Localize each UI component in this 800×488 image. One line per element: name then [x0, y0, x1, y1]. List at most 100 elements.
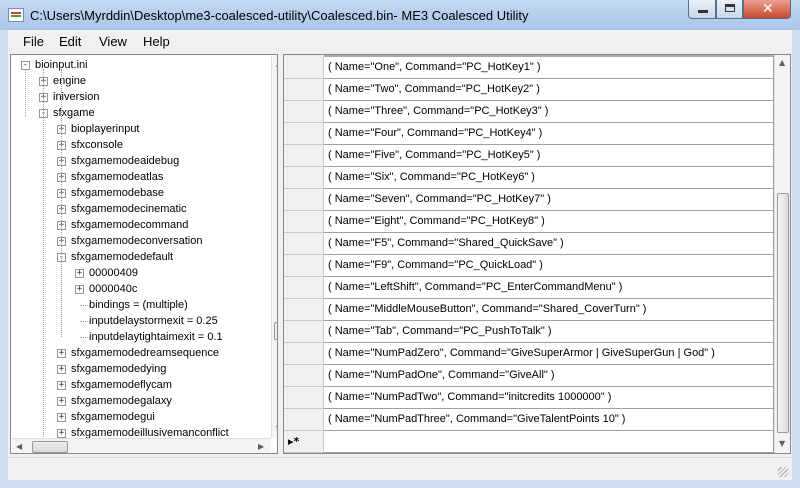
new-row-cell[interactable] [324, 431, 774, 453]
binding-cell[interactable]: ( Name="Four", Command="PC_HotKey4" ) [324, 123, 774, 145]
ini-tree-view[interactable]: - bioinput.ini + engine + iniversion - sfxgame +… [10, 54, 278, 454]
maximize-icon [725, 4, 735, 12]
table-row[interactable]: ( Name="NumPadThree", Command="GiveTalen… [284, 409, 774, 431]
table-row[interactable]: ( Name="One", Command="PC_HotKey1" ) [284, 57, 774, 79]
row-header[interactable] [284, 123, 324, 145]
close-icon: ✕ [762, 1, 774, 17]
minimize-button[interactable] [688, 0, 716, 19]
binding-cell[interactable]: ( Name="Eight", Command="PC_HotKey8" ) [324, 211, 774, 233]
new-row[interactable]: ▸* [284, 431, 774, 453]
expand-icon[interactable]: + [57, 413, 66, 422]
expand-icon[interactable]: + [75, 285, 84, 294]
table-row[interactable]: ( Name="NumPadOne", Command="GiveAll" ) [284, 365, 774, 387]
grid-scroll-thumb[interactable] [777, 193, 789, 433]
new-row-icon: ▸* [288, 435, 300, 448]
tree-node-label: 0000040c [89, 283, 138, 295]
table-row[interactable]: ( Name="F5", Command="Shared_QuickSave" … [284, 233, 774, 255]
row-header[interactable] [284, 255, 324, 277]
tree-horizontal-scrollbar[interactable]: ◀ ▶ [12, 438, 271, 453]
table-row[interactable]: ( Name="Four", Command="PC_HotKey4" ) [284, 123, 774, 145]
tree-node-label: sfxgamemodeflycam [71, 379, 172, 391]
binding-cell[interactable]: ( Name="NumPadZero", Command="GiveSuperA… [324, 343, 774, 365]
binding-cell[interactable]: ( Name="F5", Command="Shared_QuickSave" … [324, 233, 774, 255]
table-row[interactable]: ( Name="F9", Command="PC_QuickLoad" ) [284, 255, 774, 277]
row-header[interactable] [284, 211, 324, 233]
tree-guide [43, 117, 44, 437]
grid-vertical-scrollbar[interactable]: ▲ ▼ [774, 55, 790, 453]
scroll-left-icon[interactable]: ◀ [16, 442, 22, 451]
binding-cell[interactable]: ( Name="LeftShift", Command="PC_EnterCom… [324, 277, 774, 299]
scroll-up-icon[interactable]: ▲ [779, 58, 785, 67]
binding-cell[interactable]: ( Name="Five", Command="PC_HotKey5" ) [324, 145, 774, 167]
menu-file[interactable]: File [23, 34, 44, 49]
table-row[interactable]: ( Name="Eight", Command="PC_HotKey8" ) [284, 211, 774, 233]
binding-cell[interactable]: ( Name="F9", Command="PC_QuickLoad" ) [324, 255, 774, 277]
scroll-down-icon[interactable]: ▼ [779, 439, 785, 448]
binding-cell[interactable]: ( Name="Two", Command="PC_HotKey2" ) [324, 79, 774, 101]
window-title: C:\Users\Myrddin\Desktop\me3-coalesced-u… [30, 8, 529, 23]
tree-hscroll-thumb[interactable] [32, 441, 68, 453]
expand-icon[interactable]: + [75, 269, 84, 278]
expand-icon[interactable]: + [57, 349, 66, 358]
binding-cell[interactable]: ( Name="Three", Command="PC_HotKey3" ) [324, 101, 774, 123]
tree-node-label: 00000409 [89, 267, 138, 279]
maximize-button[interactable] [716, 0, 743, 19]
row-header[interactable] [284, 79, 324, 101]
row-header[interactable] [284, 299, 324, 321]
app-icon[interactable] [8, 8, 24, 22]
table-row[interactable]: ( Name="MiddleMouseButton", Command="Sha… [284, 299, 774, 321]
tree-node-label: inputdelaytightaimexit = 0.1 [89, 331, 223, 343]
tree-node-label: sfxgamemodeaidebug [71, 155, 180, 167]
expand-icon[interactable]: + [57, 397, 66, 406]
title-bar[interactable]: C:\Users\Myrddin\Desktop\me3-coalesced-u… [0, 0, 800, 30]
row-header[interactable] [284, 189, 324, 211]
tree-node-label: sfxgamemodecinematic [71, 203, 187, 215]
binding-cell[interactable]: ( Name="One", Command="PC_HotKey1" ) [324, 57, 774, 79]
resize-grip-icon[interactable] [778, 467, 788, 477]
binding-cell[interactable]: ( Name="NumPadTwo", Command="initcredits… [324, 387, 774, 409]
table-row[interactable]: ( Name="Seven", Command="PC_HotKey7" ) [284, 189, 774, 211]
table-row[interactable]: ( Name="Five", Command="PC_HotKey5" ) [284, 145, 774, 167]
table-row[interactable]: ( Name="NumPadZero", Command="GiveSuperA… [284, 343, 774, 365]
row-header[interactable] [284, 387, 324, 409]
tree-node-label: bindings = (multiple) [89, 299, 188, 311]
row-header[interactable]: ▸* [284, 431, 324, 453]
menu-view[interactable]: View [99, 34, 127, 49]
table-row[interactable]: ( Name="NumPadTwo", Command="initcredits… [284, 387, 774, 409]
binding-cell[interactable]: ( Name="MiddleMouseButton", Command="Sha… [324, 299, 774, 321]
menu-help[interactable]: Help [143, 34, 170, 49]
binding-cell[interactable]: ( Name="Tab", Command="PC_PushToTalk" ) [324, 321, 774, 343]
binding-cell[interactable]: ( Name="Seven", Command="PC_HotKey7" ) [324, 189, 774, 211]
expand-icon[interactable]: + [57, 381, 66, 390]
row-header[interactable] [284, 101, 324, 123]
row-header[interactable] [284, 233, 324, 255]
table-row[interactable]: ( Name="Three", Command="PC_HotKey3" ) [284, 101, 774, 123]
close-button[interactable]: ✕ [743, 0, 791, 19]
row-header[interactable] [284, 321, 324, 343]
table-row[interactable]: ( Name="Tab", Command="PC_PushToTalk" ) [284, 321, 774, 343]
table-row[interactable]: ( Name="LeftShift", Command="PC_EnterCom… [284, 277, 774, 299]
grid-header-strip [284, 55, 324, 57]
tree-node-label: inputdelaystormexit = 0.25 [89, 315, 218, 327]
table-row[interactable]: ( Name="Two", Command="PC_HotKey2" ) [284, 79, 774, 101]
binding-cell[interactable]: ( Name="NumPadOne", Command="GiveAll" ) [324, 365, 774, 387]
bindings-grid[interactable]: ( Name="One", Command="PC_HotKey1" )( Na… [283, 54, 791, 454]
table-row[interactable]: ( Name="Six", Command="PC_HotKey6" ) [284, 167, 774, 189]
row-header[interactable] [284, 167, 324, 189]
row-header[interactable] [284, 409, 324, 431]
menu-edit[interactable]: Edit [59, 34, 81, 49]
row-header[interactable] [284, 343, 324, 365]
binding-cell[interactable]: ( Name="NumPadThree", Command="GiveTalen… [324, 409, 774, 431]
row-header[interactable] [284, 365, 324, 387]
scroll-right-icon[interactable]: ▶ [258, 442, 264, 451]
expand-icon[interactable]: + [57, 365, 66, 374]
binding-cell[interactable]: ( Name="Six", Command="PC_HotKey6" ) [324, 167, 774, 189]
expand-icon[interactable]: + [57, 429, 66, 438]
tree-node-label: sfxgamemodegui [71, 411, 155, 423]
row-header[interactable] [284, 277, 324, 299]
tree-node-label: bioplayerinput [71, 123, 140, 135]
row-header[interactable] [284, 57, 324, 79]
row-header[interactable] [284, 145, 324, 167]
tree-guide [61, 69, 62, 261]
tree-vertical-scrollbar[interactable]: ▲ ▼ [271, 56, 277, 438]
